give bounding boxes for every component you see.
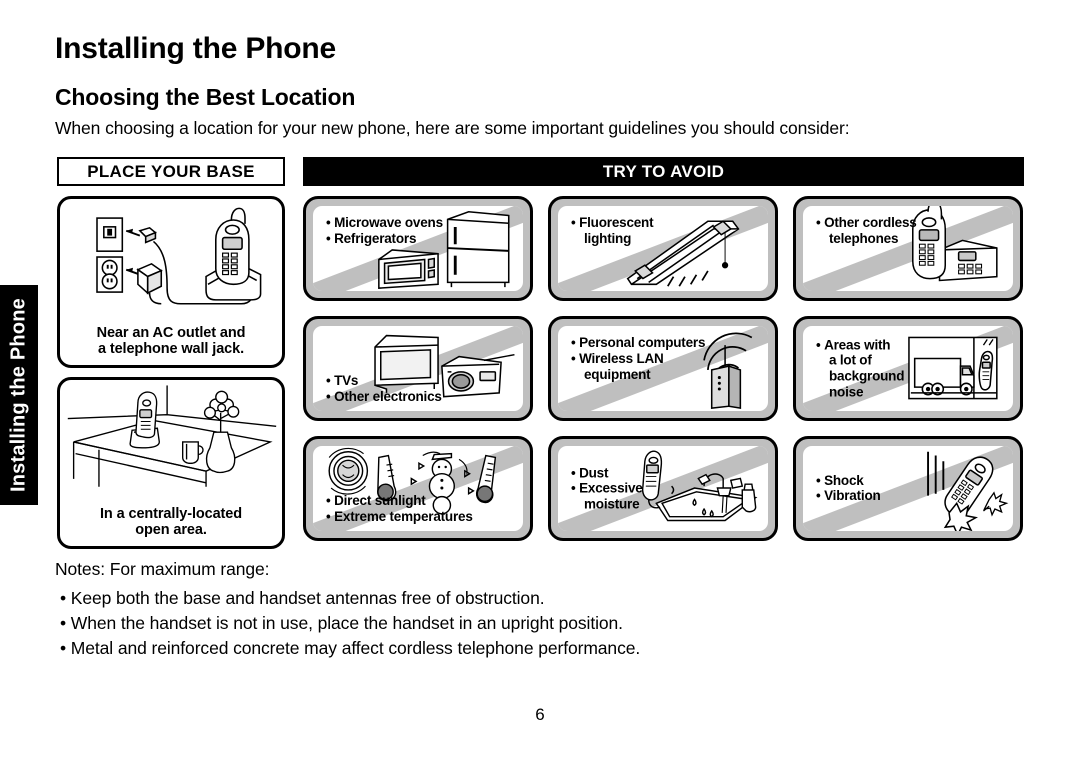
bullet-continuation: telephones <box>829 230 899 246</box>
page-title: Installing the Phone <box>55 32 337 65</box>
bullet-continuation: lighting <box>584 230 632 246</box>
avoid-panel: Other cordless telephones <box>793 196 1023 301</box>
bullet-line: Areas with <box>816 337 904 353</box>
section-title: Choosing the Best Location <box>55 84 356 110</box>
bullet-continuation: moisture <box>584 496 640 512</box>
avoid-panel-text: Shock Vibration <box>816 473 881 505</box>
avoid-panel: Microwave ovens Refrigerators <box>303 196 533 301</box>
avoid-panel-text: Areas with a lot of background noise <box>816 337 904 400</box>
bullet-line: Direct sunlight <box>326 493 473 509</box>
avoid-panel: Personal computers Wireless LAN equipmen… <box>548 316 778 421</box>
avoid-panel: Dust Excessive moisture <box>548 436 778 541</box>
chapter-side-tab-label: Installing the Phone <box>7 297 30 493</box>
bullet-line: Refrigerators <box>326 231 443 247</box>
bullet-continuation: a lot of <box>829 352 872 368</box>
avoid-panel-inner: Fluorescent lighting <box>558 206 768 291</box>
bullet-line: Excessive <box>571 481 643 497</box>
chapter-side-tab: Installing the Phone <box>0 285 38 505</box>
avoid-panel: Shock Vibration <box>793 436 1023 541</box>
notes-list: Keep both the base and handset antennas … <box>60 586 640 661</box>
bullet-line: Other cordless <box>816 215 917 231</box>
bullet-line: Fluorescent <box>571 215 654 231</box>
avoid-panel: Areas with a lot of background noise <box>793 316 1023 421</box>
place-your-base-header: PLACE YOUR BASE <box>57 157 285 186</box>
notes-heading: Notes: For maximum range: <box>55 559 270 579</box>
phone-base-wall-jack-icon <box>96 207 262 305</box>
bullet-line: Vibration <box>816 489 881 505</box>
bullet-line: Other electronics <box>326 389 442 405</box>
caption-line-2: open area. <box>135 522 207 539</box>
caption-line-2: a telephone wall jack. <box>97 341 245 358</box>
bullet-line: TVs <box>326 373 442 389</box>
bullet-continuation: equipment <box>584 366 651 382</box>
bullet-continuation: noise <box>829 384 864 400</box>
avoid-panel-inner: Areas with a lot of background noise <box>803 326 1013 411</box>
avoid-panel-inner: Dust Excessive moisture <box>558 446 768 531</box>
bullet-continuation: background <box>829 368 905 384</box>
avoid-panel: TVs Other electronics <box>303 316 533 421</box>
bullet-line: Extreme temperatures <box>326 509 473 525</box>
avoid-panel: Fluorescent lighting <box>548 196 778 301</box>
bullet-line: Dust <box>571 465 643 481</box>
caption-line-1: In a centrally-located <box>99 505 243 522</box>
avoid-panel-text: Fluorescent lighting <box>571 215 654 247</box>
note-item: When the handset is not in use, place th… <box>60 611 640 636</box>
place-panel-caption: In a centrally-located open area. <box>60 506 282 539</box>
avoid-panel-text: Microwave ovens Refrigerators <box>326 215 443 247</box>
avoid-panel-text: Other cordless telephones <box>816 215 917 247</box>
avoid-panel-inner: Direct sunlight Extreme temperatures <box>313 446 523 531</box>
bullet-line: Microwave ovens <box>326 215 443 231</box>
avoid-panel-inner: TVs Other electronics <box>313 326 523 411</box>
page-number: 6 <box>535 705 545 724</box>
note-item: Metal and reinforced concrete may affect… <box>60 636 640 661</box>
phone-on-table-open-area-icon <box>67 385 277 487</box>
bullet-line: Wireless LAN <box>571 351 705 367</box>
avoid-panel-text: Dust Excessive moisture <box>571 465 643 512</box>
avoid-panel-inner: Other cordless telephones <box>803 206 1013 291</box>
place-panel: Near an AC outlet and a telephone wall j… <box>57 196 285 368</box>
place-panel: In a centrally-located open area. <box>57 377 285 549</box>
avoid-panel: Direct sunlight Extreme temperatures <box>303 436 533 541</box>
avoid-panel-inner: Microwave ovens Refrigerators <box>313 206 523 291</box>
note-item: Keep both the base and handset antennas … <box>60 586 640 611</box>
place-your-base-header-label: PLACE YOUR BASE <box>87 161 255 181</box>
intro-paragraph: When choosing a location for your new ph… <box>55 118 850 138</box>
avoid-panel-text: Personal computers Wireless LAN equipmen… <box>571 335 705 382</box>
avoid-panel-text: Direct sunlight Extreme temperatures <box>326 493 473 525</box>
avoid-panel-inner: Personal computers Wireless LAN equipmen… <box>558 326 768 411</box>
avoid-panel-text: TVs Other electronics <box>326 373 442 405</box>
place-panel-caption: Near an AC outlet and a telephone wall j… <box>60 325 282 358</box>
caption-line-1: Near an AC outlet and <box>96 324 246 341</box>
try-to-avoid-header: TRY TO AVOID <box>303 157 1024 186</box>
bullet-line: Shock <box>816 473 881 489</box>
try-to-avoid-header-label: TRY TO AVOID <box>602 161 725 181</box>
avoid-panel-inner: Shock Vibration <box>803 446 1013 531</box>
bullet-line: Personal computers <box>571 335 705 351</box>
